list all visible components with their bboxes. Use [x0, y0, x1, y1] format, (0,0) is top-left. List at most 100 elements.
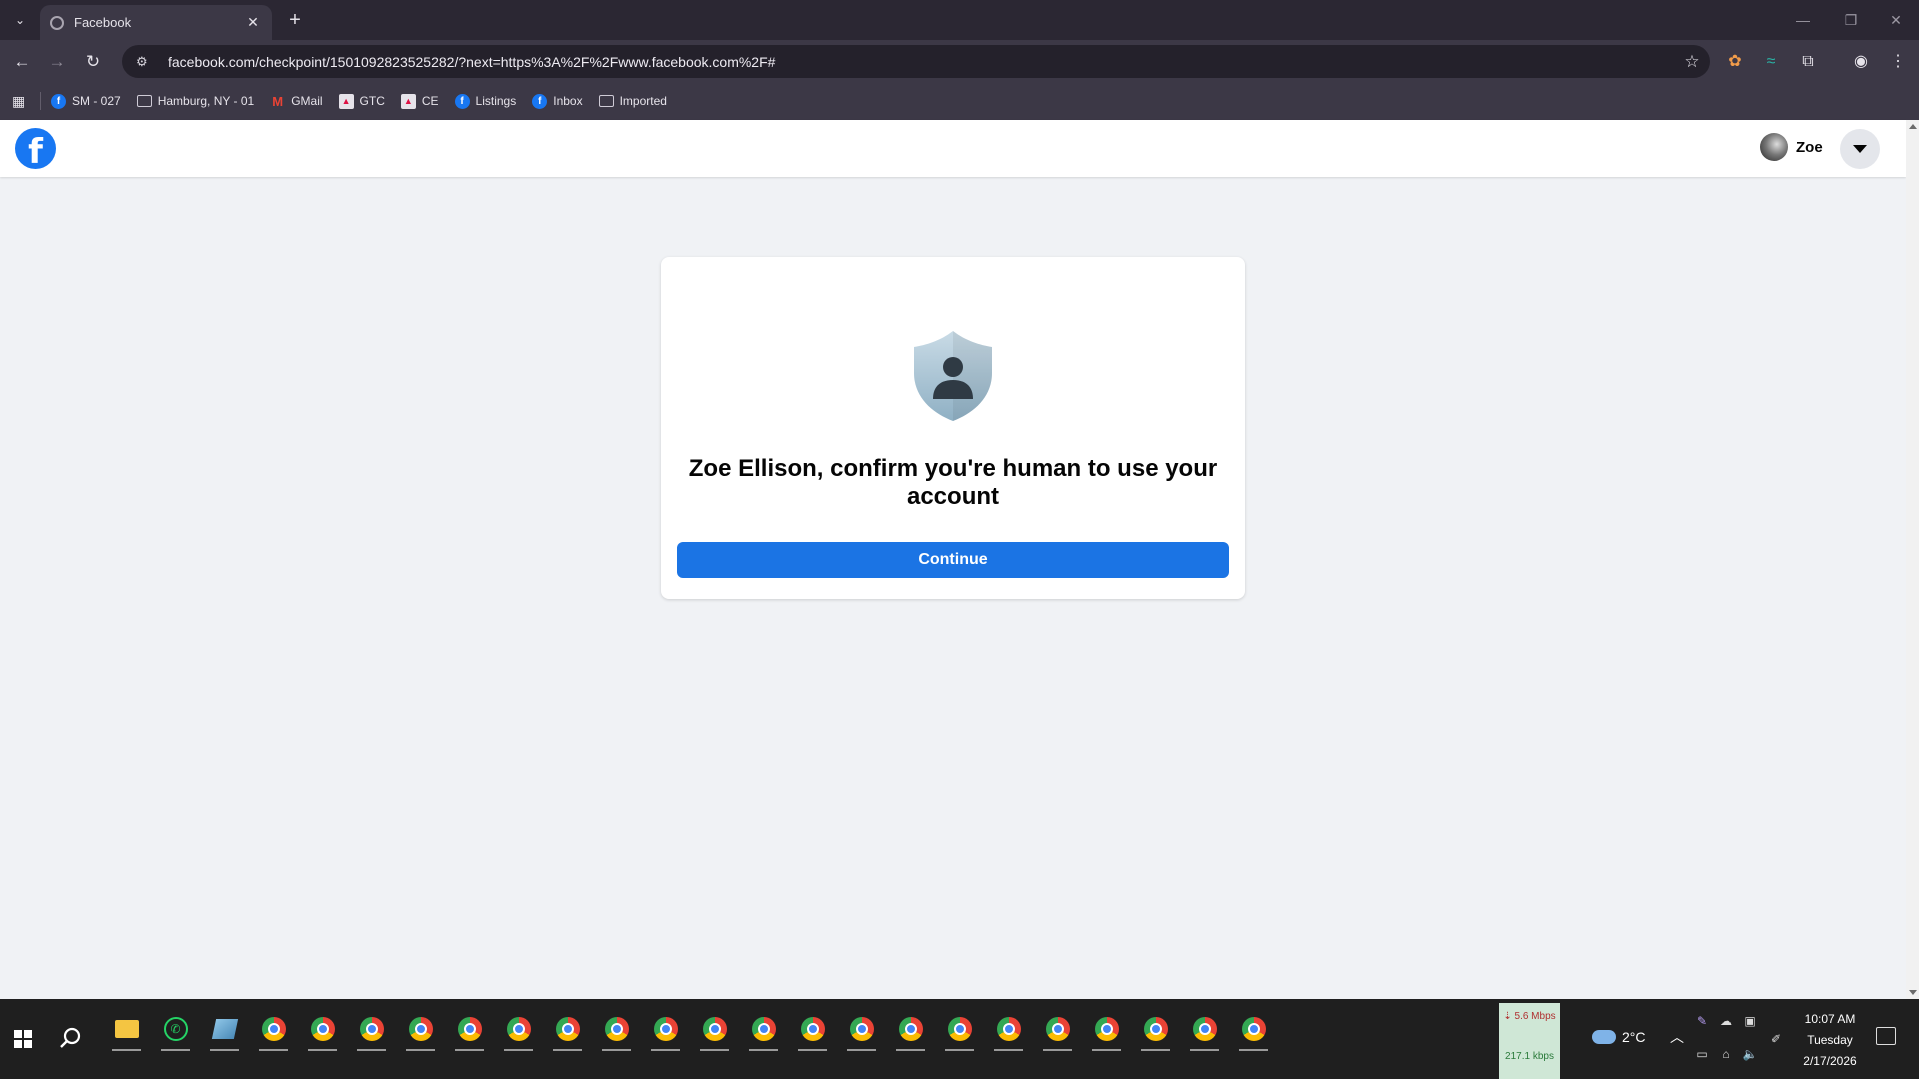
taskbar-chrome[interactable]: [788, 1009, 837, 1051]
pen-settings-icon[interactable]: ✐: [1766, 1029, 1786, 1049]
tray-chevron-up-icon[interactable]: ︿: [1670, 1027, 1684, 1047]
weather-widget[interactable]: 2°C: [1592, 1029, 1646, 1045]
chrome-icon: [996, 1017, 1021, 1041]
taskbar-notes[interactable]: [200, 1009, 249, 1051]
gmail-icon: M: [272, 93, 284, 109]
continue-button[interactable]: Continue: [677, 542, 1229, 578]
taskbar-chrome[interactable]: [1082, 1009, 1131, 1051]
bookmark-label: GMail: [291, 94, 323, 108]
checkpoint-card: Zoe Ellison, confirm you're human to use…: [661, 257, 1245, 599]
onedrive-cloud-icon[interactable]: ☁: [1716, 1011, 1736, 1031]
taskbar-file-explorer[interactable]: [102, 1009, 151, 1051]
taskbar-chrome[interactable]: [543, 1009, 592, 1051]
browser-menu-icon[interactable]: ⋮: [1886, 50, 1910, 74]
device-icon[interactable]: ▣: [1740, 1011, 1760, 1031]
globe-icon: [50, 15, 64, 30]
taskbar-chrome[interactable]: [592, 1009, 641, 1051]
windows-taskbar: ✆ ⇣ 5.6 Mbps 217.1 kbps 2°C ︿ ✎ ☁ ▣ ▭ ⌂ …: [0, 999, 1919, 1079]
taskbar-chrome[interactable]: [1180, 1009, 1229, 1051]
taskbar-chrome[interactable]: [298, 1009, 347, 1051]
extensions-puzzle-icon[interactable]: ⧉: [1796, 50, 1820, 74]
restore-button[interactable]: ❐: [1828, 8, 1874, 32]
taskbar-chrome[interactable]: [1033, 1009, 1082, 1051]
display-icon[interactable]: ▭: [1692, 1044, 1712, 1064]
taskbar-chrome[interactable]: [396, 1009, 445, 1051]
reload-icon[interactable]: ↻: [80, 49, 106, 75]
facebook-icon: f: [51, 93, 66, 109]
windows-start-icon[interactable]: [14, 1030, 32, 1048]
scroll-down-icon[interactable]: [1909, 990, 1917, 995]
page-scrollbar[interactable]: [1906, 120, 1919, 999]
bookmark-star-icon[interactable]: ☆: [1674, 52, 1710, 72]
tab-facebook[interactable]: Facebook ✕: [40, 5, 272, 40]
taskbar-whatsapp[interactable]: ✆: [151, 1009, 200, 1051]
taskbar-chrome[interactable]: [837, 1009, 886, 1051]
new-tab-button[interactable]: +: [282, 8, 308, 34]
avatar: [1760, 133, 1788, 161]
taskbar-clock[interactable]: 10:07 AM Tuesday 2/17/2026: [1790, 1009, 1870, 1072]
extension-cookie-icon[interactable]: ✿: [1723, 50, 1747, 74]
bookmark-label: CE: [421, 94, 439, 108]
bookmark-ce[interactable]: ▲ CE: [400, 93, 439, 109]
chrome-icon: [1241, 1017, 1266, 1041]
bookmark-gtc[interactable]: ▲ GTC: [338, 93, 385, 109]
minimize-button[interactable]: —: [1780, 8, 1826, 32]
tab-close-icon[interactable]: ✕: [244, 14, 262, 31]
taskbar-chrome[interactable]: [249, 1009, 298, 1051]
back-arrow-icon[interactable]: ←: [9, 49, 35, 75]
profile-icon[interactable]: ◉: [1849, 50, 1873, 74]
taskbar-chrome[interactable]: [739, 1009, 788, 1051]
bookmark-gmail[interactable]: M GMail: [270, 94, 322, 109]
chrome-icon: [359, 1017, 384, 1041]
taskbar-chrome[interactable]: [935, 1009, 984, 1051]
shield-person-icon: [914, 331, 992, 421]
volume-icon[interactable]: 🔈: [1740, 1044, 1760, 1064]
scroll-up-icon[interactable]: [1909, 124, 1917, 129]
chrome-icon: [1192, 1017, 1217, 1041]
taskbar-chrome[interactable]: [886, 1009, 935, 1051]
facebook-logo-icon[interactable]: f: [15, 128, 56, 169]
taskbar-chrome[interactable]: [494, 1009, 543, 1051]
taskbar-chrome[interactable]: [641, 1009, 690, 1051]
tab-search-chevron-icon[interactable]: ⌄: [8, 8, 32, 32]
taskbar-chrome[interactable]: [690, 1009, 739, 1051]
chrome-icon: [653, 1017, 678, 1041]
forward-arrow-icon[interactable]: →: [44, 49, 70, 75]
bookmark-hamburg[interactable]: Hamburg, NY - 01: [136, 94, 254, 108]
extension-wave-icon[interactable]: ≈: [1759, 50, 1783, 74]
taskbar-chrome[interactable]: [984, 1009, 1033, 1051]
chrome-icon: [947, 1017, 972, 1041]
tab-title: Facebook: [74, 15, 132, 30]
notification-icon[interactable]: [1876, 1027, 1896, 1045]
chrome-icon: [261, 1017, 286, 1041]
url-text[interactable]: facebook.com/checkpoint/1501092823525282…: [168, 54, 1674, 70]
bookmark-label: Imported: [619, 94, 667, 108]
clock-date: 2/17/2026: [1803, 1054, 1857, 1068]
profile-name: Zoe: [1796, 138, 1823, 156]
apps-grid-icon[interactable]: ▦: [12, 93, 34, 110]
taskbar-chrome[interactable]: [1229, 1009, 1278, 1051]
clock-time: 10:07 AM: [1804, 1012, 1856, 1026]
site-info-icon[interactable]: ⚙: [136, 54, 158, 70]
account-menu-button[interactable]: [1840, 129, 1880, 169]
profile-button[interactable]: Zoe: [1760, 133, 1823, 161]
bookmark-sm-027[interactable]: f SM - 027: [51, 93, 121, 109]
taskbar-chrome[interactable]: [1131, 1009, 1180, 1051]
search-icon[interactable]: [58, 1025, 84, 1051]
chrome-icon: [702, 1017, 727, 1041]
facebook-icon: f: [454, 93, 470, 109]
bookmark-imported[interactable]: Imported: [598, 94, 667, 108]
bookmarks-separator: [40, 92, 41, 110]
taskbar-chrome[interactable]: [347, 1009, 396, 1051]
network-icon[interactable]: ⌂: [1716, 1044, 1736, 1064]
bookmark-inbox[interactable]: f Inbox: [532, 93, 583, 109]
bookmark-listings[interactable]: f Listings: [454, 93, 516, 109]
taskbar-chrome[interactable]: [445, 1009, 494, 1051]
close-window-button[interactable]: ✕: [1873, 8, 1919, 32]
network-meter[interactable]: ⇣ 5.6 Mbps 217.1 kbps: [1499, 1003, 1560, 1079]
address-bar[interactable]: ⚙ facebook.com/checkpoint/15010928235252…: [122, 45, 1710, 78]
bookmarks-bar: ▦ f SM - 027 Hamburg, NY - 01 M GMail ▲ …: [0, 82, 1919, 120]
bookmark-label: Inbox: [553, 94, 583, 108]
pen-icon[interactable]: ✎: [1692, 1011, 1712, 1031]
browser-tab-bar: ⌄ Facebook ✕ + — ❐ ✕: [0, 0, 1919, 40]
